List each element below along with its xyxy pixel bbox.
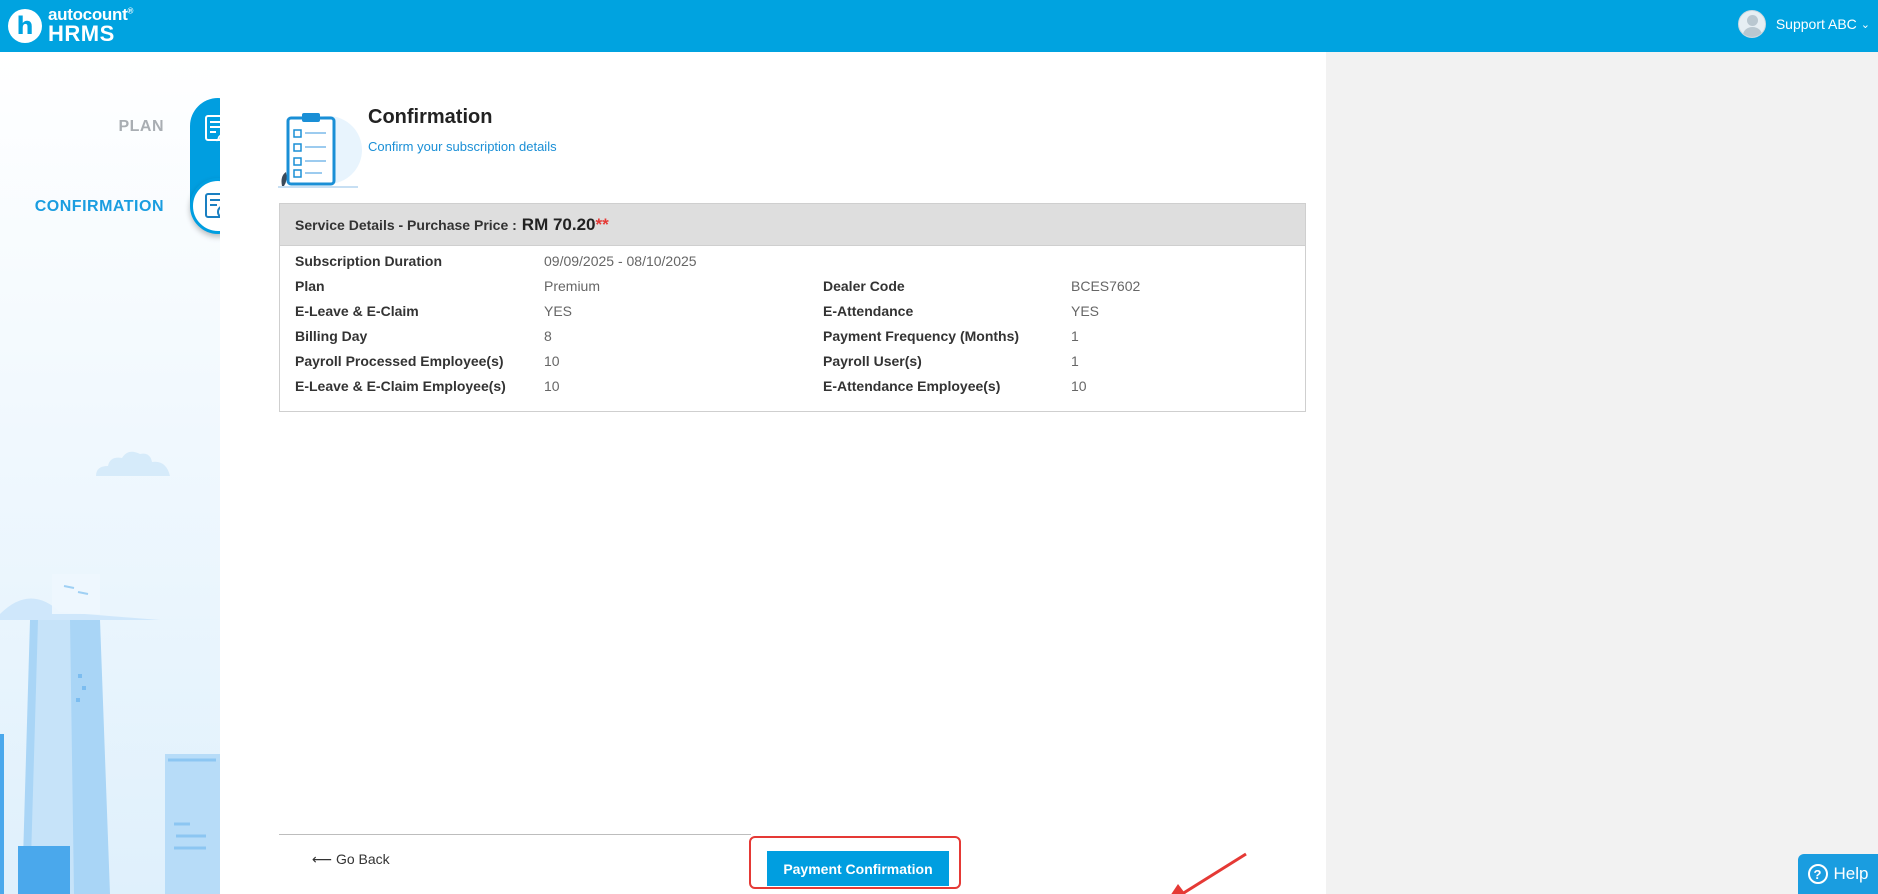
page-title: Confirmation bbox=[368, 106, 493, 128]
detail-row: E-Leave & E-Claim YES E-Attendance YES bbox=[295, 303, 1100, 319]
building-illustration bbox=[0, 574, 220, 894]
confirmation-check-icon bbox=[205, 193, 220, 218]
plan-edit-icon bbox=[200, 110, 220, 146]
clipboard-checklist-icon bbox=[278, 113, 362, 188]
detail-row: Subscription Duration 09/09/2025 - 08/10… bbox=[295, 253, 697, 269]
user-name: Support ABC bbox=[1775, 16, 1857, 32]
go-back-link[interactable]: ⟵ Go Back bbox=[312, 851, 390, 868]
avatar bbox=[1737, 10, 1766, 38]
detail-row: Payroll Processed Employee(s) 10 Payroll… bbox=[295, 353, 1079, 369]
purchase-price: RM 70.20 bbox=[521, 214, 596, 234]
logo-wordmark-bottom: HRMS bbox=[48, 21, 115, 46]
steps-sidebar: PLAN CONFIRMATION bbox=[0, 52, 220, 894]
help-label: Help bbox=[1833, 864, 1869, 883]
detail-row: Billing Day 8 Payment Frequency (Months)… bbox=[295, 328, 1079, 344]
detail-row: E-Leave & E-Claim Employee(s) 10 E-Atten… bbox=[295, 378, 1087, 394]
service-details-header: Service Details - Purchase Price : RM 70… bbox=[280, 204, 1305, 246]
step-confirmation-label[interactable]: CONFIRMATION bbox=[35, 198, 164, 216]
step-plan-label[interactable]: PLAN bbox=[118, 118, 164, 136]
service-details-panel: Service Details - Purchase Price : RM 70… bbox=[279, 203, 1306, 412]
user-menu[interactable]: Support ABC ⌄ bbox=[1737, 10, 1870, 38]
logo-mark: h bbox=[8, 8, 42, 43]
service-details-heading: Service Details - Purchase Price : bbox=[295, 216, 517, 233]
top-bar: h autocount® HRMS Support ABC ⌄ bbox=[0, 0, 1878, 52]
red-arrow-annotation bbox=[1171, 852, 1247, 894]
payment-confirmation-button[interactable]: Payment Confirmation bbox=[767, 851, 949, 886]
help-button[interactable]: ? Help bbox=[1798, 854, 1878, 894]
page-subtitle: Confirm your subscription details bbox=[368, 139, 557, 154]
main-content: Confirmation Confirm your subscription d… bbox=[220, 52, 1326, 894]
detail-row: Plan Premium Dealer Code BCES7602 bbox=[295, 278, 1141, 294]
question-icon: ? bbox=[1807, 864, 1828, 884]
footer-divider bbox=[279, 834, 751, 835]
cloud-decoration bbox=[96, 451, 170, 476]
chevron-down-icon: ⌄ bbox=[1860, 18, 1870, 31]
price-marker: ** bbox=[595, 214, 609, 234]
autocount-hrms-logo[interactable]: h autocount® HRMS bbox=[8, 6, 133, 45]
